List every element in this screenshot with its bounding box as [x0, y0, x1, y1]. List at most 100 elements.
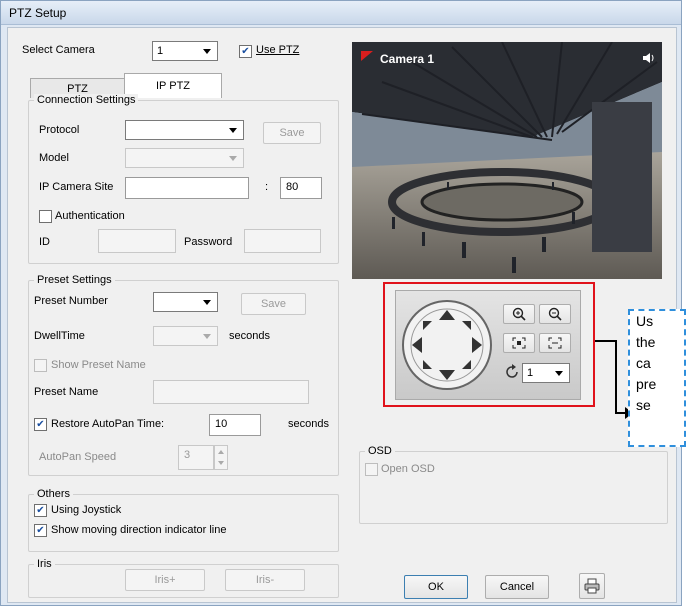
iris-minus-label: Iris- — [255, 574, 275, 586]
focus-far-button[interactable] — [539, 333, 571, 353]
open-osd-checkbox[interactable] — [365, 463, 378, 476]
restore-autopan-value: 10 — [215, 418, 228, 430]
show-preset-name-label: Show Preset Name — [51, 359, 146, 371]
autopan-speed-label: AutoPan Speed — [39, 451, 117, 463]
ok-label: OK — [428, 581, 444, 593]
direction-indicator-checkbox[interactable]: ✔ — [34, 524, 47, 537]
cancel-button[interactable]: Cancel — [485, 575, 549, 599]
dwell-time-dropdown[interactable] — [153, 326, 218, 346]
model-dropdown[interactable] — [125, 148, 244, 168]
show-preset-name-checkbox[interactable] — [34, 359, 47, 372]
spin-down-icon[interactable] — [218, 461, 224, 465]
zoom-in-icon — [512, 307, 526, 321]
preset-name-input[interactable] — [153, 380, 309, 404]
callout-line-4: pre — [636, 376, 657, 392]
id-input[interactable] — [98, 229, 176, 253]
ptz-preset-value: 1 — [527, 367, 534, 379]
port-value: 80 — [286, 181, 299, 193]
protocol-label: Protocol — [39, 124, 80, 136]
ok-button[interactable]: OK — [404, 575, 468, 599]
callout-line-3: ca — [636, 355, 651, 371]
direction-indicator-label: Show moving direction indicator line — [51, 524, 227, 536]
zoom-in-button[interactable] — [503, 304, 535, 324]
preset-settings-title: Preset Settings — [34, 274, 115, 286]
ptz-setup-window: PTZ Setup Select Camera 1 ✔ Use PTZ PTZ … — [0, 0, 686, 606]
iris-plus-label: Iris+ — [154, 574, 176, 586]
print-button[interactable] — [579, 573, 605, 599]
title-bar: PTZ Setup — [1, 1, 681, 25]
chevron-down-icon — [203, 300, 211, 305]
authentication-label: Authentication — [55, 210, 125, 222]
dwell-time-label: DwellTime — [34, 330, 85, 342]
connection-settings-title: Connection Settings — [34, 94, 139, 106]
preset-number-dropdown[interactable] — [153, 292, 218, 312]
callout-box: Us the ca pre se — [628, 309, 686, 447]
window-title: PTZ Setup — [9, 6, 67, 20]
select-camera-label: Select Camera — [22, 44, 95, 56]
restore-autopan-label: Restore AutoPan Time: — [51, 418, 165, 430]
zoom-out-button[interactable] — [539, 304, 571, 324]
callout-line-1: Us — [636, 313, 654, 329]
iris-plus-button[interactable]: Iris+ — [125, 569, 205, 591]
port-colon: : — [265, 181, 269, 193]
zoom-out-icon — [548, 307, 562, 321]
restore-autopan-input[interactable]: 10 — [209, 414, 261, 436]
port-input[interactable]: 80 — [280, 177, 322, 199]
select-camera-value: 1 — [157, 45, 164, 57]
select-camera-dropdown[interactable]: 1 — [152, 41, 218, 61]
ip-camera-site-label: IP Camera Site — [39, 181, 114, 193]
airport-scene-image — [352, 42, 662, 279]
using-joystick-label: Using Joystick — [51, 504, 122, 516]
model-label: Model — [39, 152, 69, 164]
iris-title: Iris — [34, 558, 55, 570]
focus-near-button[interactable] — [503, 333, 535, 353]
focus-far-icon — [548, 337, 562, 349]
ptz-preset-dropdown[interactable]: 1 — [522, 363, 570, 383]
ip-camera-site-input[interactable] — [125, 177, 249, 199]
autopan-speed-input[interactable]: 3 — [178, 445, 214, 470]
iris-minus-button[interactable]: Iris- — [225, 569, 305, 591]
others-group — [28, 494, 339, 552]
chevron-down-icon — [555, 371, 563, 376]
callout-line-2: the — [636, 334, 656, 350]
autopan-speed-spinner[interactable] — [214, 445, 228, 470]
camera-name-label: Camera 1 — [380, 52, 435, 66]
chevron-down-icon — [229, 156, 237, 161]
preset-go-icon[interactable] — [504, 364, 520, 380]
camera-video-preview[interactable]: Camera 1 — [352, 42, 662, 279]
spin-up-icon[interactable] — [218, 450, 224, 454]
preset-save-button[interactable]: Save — [241, 293, 306, 315]
password-label: Password — [184, 236, 233, 248]
others-title: Others — [34, 488, 74, 500]
preset-save-label: Save — [260, 298, 287, 310]
tab-ip-ptz-label: IP PTZ — [155, 80, 191, 92]
printer-icon — [584, 578, 600, 594]
tab-ip-ptz[interactable]: IP PTZ — [124, 73, 222, 98]
id-label: ID — [39, 236, 50, 248]
open-osd-label: Open OSD — [381, 463, 435, 475]
password-input[interactable] — [244, 229, 321, 253]
authentication-checkbox[interactable] — [39, 210, 52, 223]
osd-title: OSD — [365, 445, 395, 457]
chevron-down-icon — [229, 128, 237, 133]
restore-autopan-checkbox[interactable]: ✔ — [34, 418, 47, 431]
restore-autopan-unit: seconds — [288, 418, 329, 430]
camera-flag-icon — [361, 51, 373, 61]
ptz-control-panel: 1 — [383, 282, 595, 407]
callout-line-5: se — [636, 397, 651, 413]
direction-pad[interactable] — [399, 290, 495, 400]
chevron-down-icon — [203, 49, 211, 54]
preset-name-label: Preset Name — [34, 386, 99, 398]
connection-save-button[interactable]: Save — [263, 122, 321, 144]
tab-ptz-label: PTZ — [67, 82, 88, 95]
protocol-dropdown[interactable] — [125, 120, 244, 140]
connection-save-label: Save — [279, 127, 305, 139]
use-ptz-checkbox[interactable]: ✔ — [239, 45, 252, 58]
chevron-down-icon — [203, 334, 211, 339]
osd-group — [359, 451, 668, 524]
preset-number-label: Preset Number — [34, 295, 108, 307]
dwell-time-unit: seconds — [229, 330, 270, 342]
use-ptz-label: Use PTZ — [256, 44, 300, 56]
using-joystick-checkbox[interactable]: ✔ — [34, 504, 47, 517]
autopan-speed-value: 3 — [184, 449, 191, 461]
